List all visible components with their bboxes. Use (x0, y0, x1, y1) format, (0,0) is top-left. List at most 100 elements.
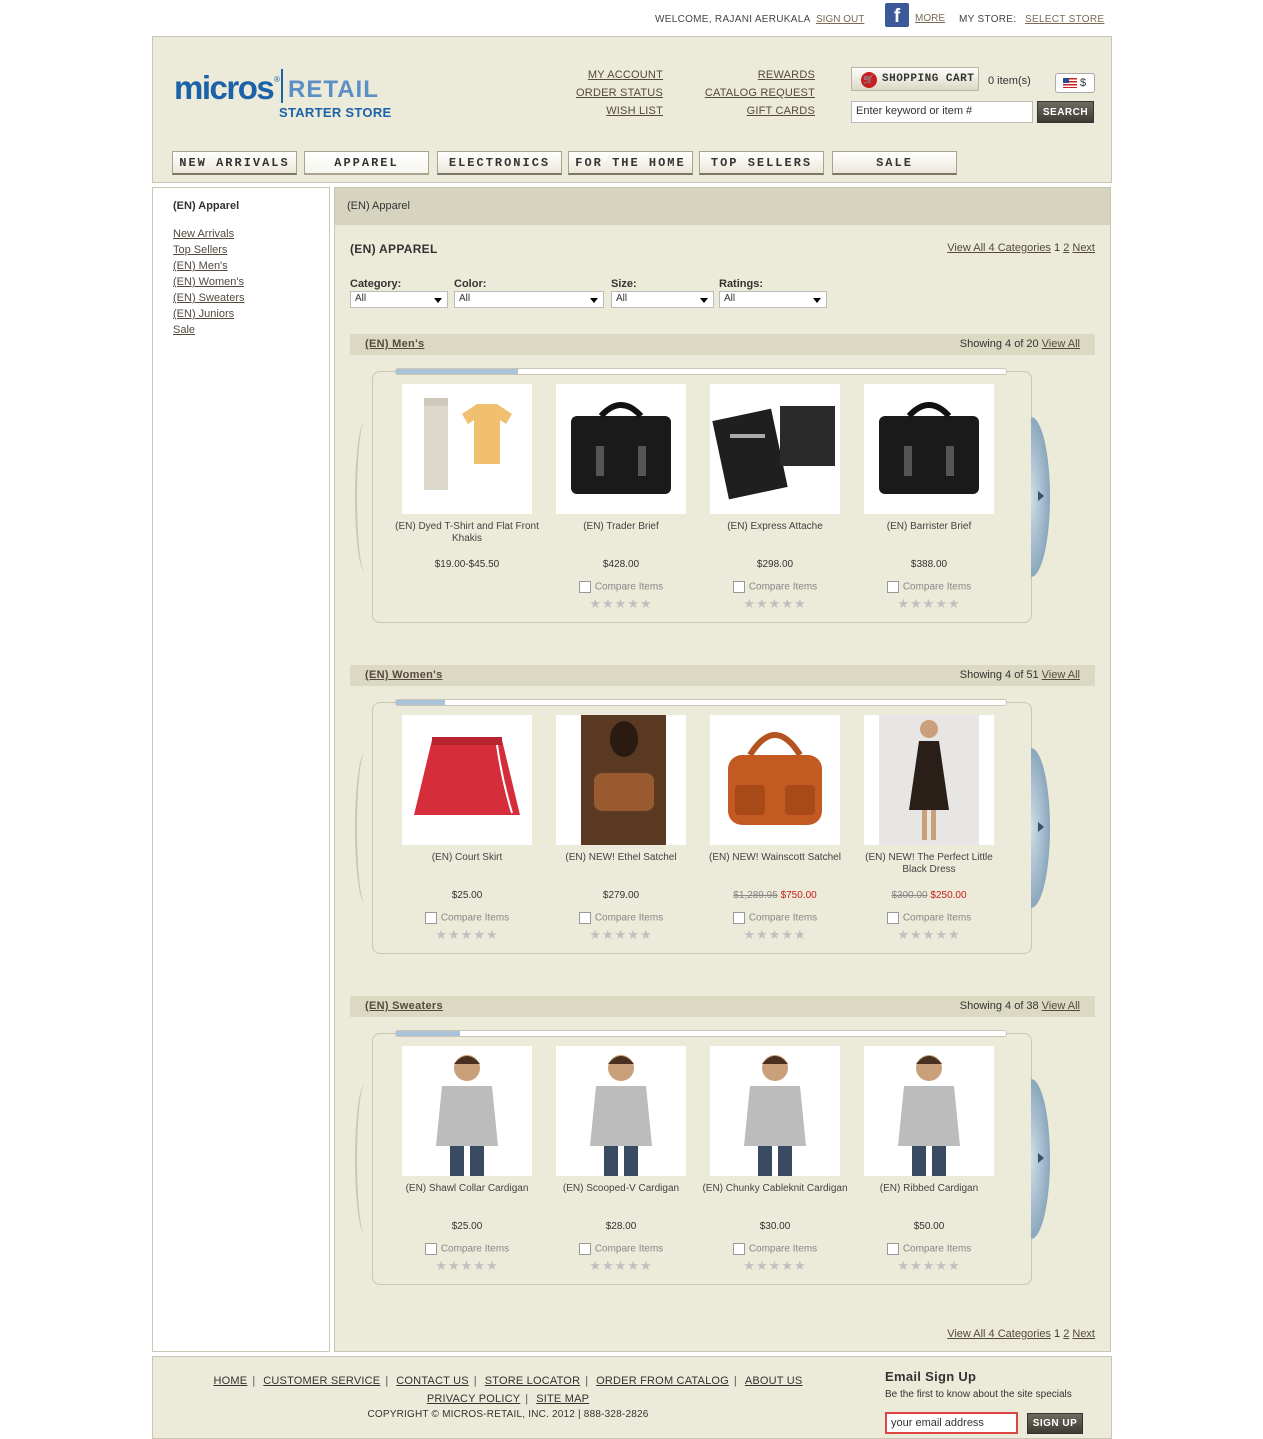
compare-checkbox[interactable] (578, 581, 591, 593)
product-image[interactable] (556, 384, 686, 514)
compare-items[interactable]: Compare Items (544, 581, 698, 593)
compare-checkbox[interactable] (424, 912, 437, 924)
compare-checkbox[interactable] (732, 1243, 745, 1255)
next-link[interactable]: Next (1072, 1328, 1095, 1340)
product-image[interactable] (556, 715, 686, 845)
section-title-link[interactable]: (EN) Sweaters (365, 996, 443, 1017)
compare-items[interactable]: Compare Items (698, 912, 852, 924)
nav-sale[interactable]: SALE (832, 151, 957, 175)
view-all-link[interactable]: View All (1042, 669, 1080, 681)
footer-privacy-policy-link[interactable]: PRIVACY POLICY (427, 1393, 520, 1405)
wish-list-link[interactable]: WISH LIST (573, 102, 663, 120)
product-image[interactable] (710, 715, 840, 845)
compare-checkbox[interactable] (578, 912, 591, 924)
carousel-scrollbar[interactable] (395, 699, 1007, 706)
carousel-next-arrow[interactable] (1031, 1079, 1050, 1239)
product-name-link[interactable]: (EN) Court Skirt (390, 852, 544, 890)
sidebar-item-sweaters[interactable]: (EN) Sweaters (173, 292, 245, 304)
size-select[interactable]: All (611, 291, 714, 308)
product-name-link[interactable]: (EN) Express Attache (698, 521, 852, 559)
sidebar-item-juniors[interactable]: (EN) Juniors (173, 308, 234, 320)
footer-order-from-catalog-link[interactable]: ORDER FROM CATALOG (596, 1375, 729, 1387)
product-name-link[interactable]: (EN) Shawl Collar Cardigan (390, 1183, 544, 1221)
product-image[interactable] (402, 715, 532, 845)
view-all-link[interactable]: View All (1042, 338, 1080, 350)
product-image[interactable] (402, 384, 532, 514)
product-image[interactable] (402, 1046, 532, 1176)
currency-selector[interactable]: $ (1055, 73, 1095, 93)
compare-items[interactable]: Compare Items (852, 1243, 1006, 1255)
carousel-next-arrow[interactable] (1031, 748, 1050, 908)
product-name-link[interactable]: (EN) Dyed T-Shirt and Flat Front Khakis (390, 521, 544, 559)
carousel-scrollbar[interactable] (395, 368, 1007, 375)
search-input[interactable]: Enter keyword or item # (851, 101, 1033, 123)
scrollbar-thumb[interactable] (396, 369, 518, 374)
shopping-cart-button[interactable]: 🛒 SHOPPING CART (851, 67, 979, 91)
select-store-link[interactable]: SELECT STORE (1025, 14, 1104, 25)
compare-items[interactable]: Compare Items (852, 912, 1006, 924)
compare-items[interactable]: Compare Items (544, 1243, 698, 1255)
product-name-link[interactable]: (EN) Ribbed Cardigan (852, 1183, 1006, 1221)
view-all-categories-link[interactable]: View All 4 Categories (947, 1328, 1051, 1340)
sidebar-item-mens[interactable]: (EN) Men's (173, 260, 228, 272)
footer-about-us-link[interactable]: ABOUT US (745, 1375, 803, 1387)
section-title-link[interactable]: (EN) Men's (365, 334, 424, 355)
product-name-link[interactable]: (EN) NEW! The Perfect Little Black Dress (852, 852, 1006, 890)
carousel-prev-arrow[interactable] (355, 1084, 375, 1234)
product-name-link[interactable]: (EN) Barrister Brief (852, 521, 1006, 559)
ratings-select[interactable]: All (719, 291, 827, 308)
product-image[interactable] (710, 1046, 840, 1176)
product-image[interactable] (556, 1046, 686, 1176)
rewards-link[interactable]: REWARDS (703, 66, 815, 84)
footer-contact-us-link[interactable]: CONTACT US (396, 1375, 469, 1387)
carousel-next-arrow[interactable] (1031, 417, 1050, 577)
nav-electronics[interactable]: ELECTRONICS (437, 151, 562, 175)
scrollbar-thumb[interactable] (396, 700, 445, 705)
sign-up-button[interactable]: SIGN UP (1027, 1413, 1083, 1434)
view-all-link[interactable]: View All (1042, 1000, 1080, 1012)
catalog-request-link[interactable]: CATALOG REQUEST (703, 84, 815, 102)
footer-site-map-link[interactable]: SITE MAP (536, 1393, 589, 1405)
footer-store-locator-link[interactable]: STORE LOCATOR (485, 1375, 581, 1387)
color-select[interactable]: All (454, 291, 604, 308)
nav-new-arrivals[interactable]: NEW ARRIVALS (172, 151, 297, 175)
compare-checkbox[interactable] (886, 912, 899, 924)
section-title-link[interactable]: (EN) Women's (365, 665, 443, 686)
my-account-link[interactable]: MY ACCOUNT (573, 66, 663, 84)
product-image[interactable] (864, 715, 994, 845)
sidebar-item-sale[interactable]: Sale (173, 324, 195, 336)
compare-items[interactable]: Compare Items (390, 1243, 544, 1255)
compare-items[interactable]: Compare Items (544, 912, 698, 924)
product-name-link[interactable]: (EN) NEW! Ethel Satchel (544, 852, 698, 890)
compare-checkbox[interactable] (578, 1243, 591, 1255)
product-name-link[interactable]: (EN) Trader Brief (544, 521, 698, 559)
compare-checkbox[interactable] (732, 912, 745, 924)
footer-home-link[interactable]: HOME (214, 1375, 248, 1387)
micros-retail-logo[interactable]: micros ® RETAIL STARTER STORE (174, 69, 404, 129)
compare-items[interactable]: Compare Items (698, 581, 852, 593)
facebook-icon[interactable]: f (885, 3, 909, 27)
order-status-link[interactable]: ORDER STATUS (573, 84, 663, 102)
compare-checkbox[interactable] (424, 1243, 437, 1255)
nav-for-the-home[interactable]: FOR THE HOME (568, 151, 693, 175)
footer-customer-service-link[interactable]: CUSTOMER SERVICE (263, 1375, 380, 1387)
compare-items[interactable]: Compare Items (390, 912, 544, 924)
next-link[interactable]: Next (1072, 242, 1095, 254)
sign-out-link[interactable]: SIGN OUT (816, 14, 864, 25)
carousel-scrollbar[interactable] (395, 1030, 1007, 1037)
product-name-link[interactable]: (EN) Scooped-V Cardigan (544, 1183, 698, 1221)
sidebar-item-top-sellers[interactable]: Top Sellers (173, 244, 227, 256)
product-image[interactable] (710, 384, 840, 514)
more-link[interactable]: MORE (915, 13, 945, 24)
product-name-link[interactable]: (EN) Chunky Cableknit Cardigan (698, 1183, 852, 1221)
gift-cards-link[interactable]: GIFT CARDS (703, 102, 815, 120)
carousel-prev-arrow[interactable] (355, 753, 375, 903)
view-all-categories-link[interactable]: View All 4 Categories (947, 242, 1051, 254)
sidebar-item-womens[interactable]: (EN) Women's (173, 276, 244, 288)
compare-items[interactable]: Compare Items (698, 1243, 852, 1255)
product-image[interactable] (864, 384, 994, 514)
compare-checkbox[interactable] (732, 581, 745, 593)
compare-checkbox[interactable] (886, 1243, 899, 1255)
sidebar-item-new-arrivals[interactable]: New Arrivals (173, 228, 234, 240)
nav-apparel[interactable]: APPAREL (304, 151, 429, 175)
